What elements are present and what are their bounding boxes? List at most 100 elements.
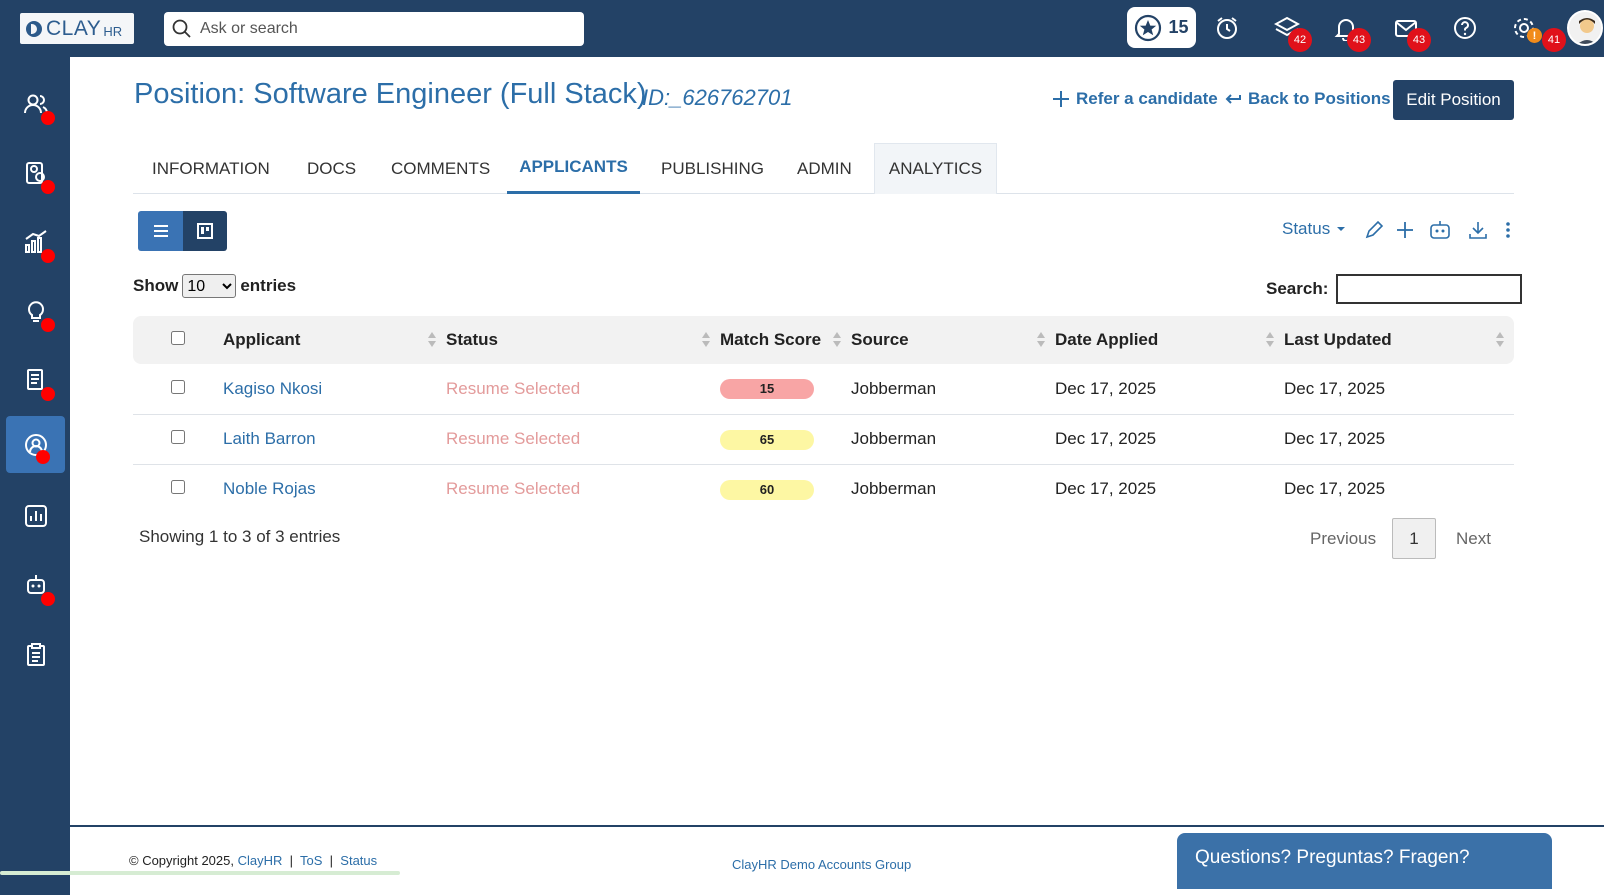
settings-icon[interactable]: !	[1508, 12, 1542, 44]
status-link[interactable]: Status	[340, 853, 377, 868]
tab-admin[interactable]: ADMIN	[797, 143, 852, 194]
clayhr-link[interactable]: ClayHR	[238, 853, 283, 868]
col-last-updated[interactable]: Last Updated	[1284, 316, 1514, 364]
bell-badge: 43	[1347, 28, 1371, 52]
next-page-button[interactable]: Next	[1456, 529, 1491, 549]
page-1-button[interactable]: 1	[1392, 518, 1436, 559]
logo-mark-icon	[26, 20, 42, 37]
page-title: Position: Software Engineer (Full Stack)	[134, 78, 647, 110]
applicant-source: Jobberman	[851, 479, 937, 499]
avatar-badge: 41	[1542, 28, 1566, 52]
applicant-source: Jobberman	[851, 378, 937, 398]
copyright: © Copyright 2025, ClayHR | ToS | Status	[129, 853, 378, 868]
edit-tool[interactable]	[1364, 218, 1384, 242]
sidebar-item-assistant[interactable]	[6, 556, 65, 613]
mail-icon[interactable]: 43	[1390, 12, 1431, 52]
entries-control: Show 10 entries	[133, 274, 296, 298]
star-icon	[1135, 14, 1162, 41]
layers-badge: 42	[1288, 28, 1312, 52]
sidebar-item-people[interactable]	[6, 75, 65, 132]
applicants-table: Applicant Status Match Score Source Date…	[133, 316, 1514, 514]
row-checkbox[interactable]	[171, 379, 185, 394]
top-bar: CLAY HR 15 42 43 43 ! 41	[0, 0, 1604, 57]
sort-icon	[1266, 332, 1274, 348]
col-applicant[interactable]: Applicant	[223, 316, 446, 364]
sidebar	[0, 57, 70, 895]
last-updated: Dec 17, 2025	[1284, 479, 1386, 499]
tab-docs[interactable]: DOCS	[307, 143, 356, 194]
sidebar-item-documents[interactable]	[6, 351, 65, 408]
tab-publishing[interactable]: PUBLISHING	[661, 143, 764, 194]
previous-page-button[interactable]: Previous	[1310, 529, 1376, 549]
help-icon[interactable]	[1449, 12, 1481, 44]
sort-icon	[702, 332, 710, 348]
download-tool[interactable]	[1468, 218, 1488, 242]
sidebar-item-reports[interactable]	[6, 487, 65, 544]
alarm-icon[interactable]	[1211, 12, 1243, 44]
applicant-name-link[interactable]: Noble Rojas	[223, 464, 446, 514]
sidebar-item-growth[interactable]	[6, 213, 65, 270]
demo-group-link[interactable]: ClayHR Demo Accounts Group	[732, 857, 911, 872]
add-tool[interactable]	[1396, 218, 1414, 242]
search-icon	[172, 19, 191, 38]
search-input[interactable]	[200, 20, 560, 38]
col-status[interactable]: Status	[446, 316, 720, 364]
ai-assistant-tool[interactable]	[1429, 218, 1451, 242]
robot-icon	[1430, 221, 1450, 239]
entries-select[interactable]: 10	[182, 274, 237, 298]
status-dropdown[interactable]: Status	[1282, 219, 1346, 239]
applicant-source: Jobberman	[851, 429, 937, 448]
global-search[interactable]	[164, 12, 584, 46]
select-all-checkbox[interactable]	[171, 331, 185, 345]
tab-comments[interactable]: COMMENTS	[391, 143, 490, 194]
edit-position-button[interactable]: Edit Position	[1393, 80, 1514, 120]
tab-analytics[interactable]: ANALYTICS	[874, 143, 997, 194]
list-icon	[153, 225, 168, 237]
progress-strip	[0, 871, 400, 875]
refer-candidate-link[interactable]: Refer a candidate	[1052, 89, 1218, 109]
user-avatar[interactable]	[1567, 10, 1603, 46]
stars-counter[interactable]: 15	[1127, 7, 1196, 48]
notification-dot	[41, 318, 55, 332]
stars-count: 15	[1168, 17, 1189, 37]
entries-summary: Showing 1 to 3 of 3 entries	[139, 527, 341, 546]
table-row: Laith Barron Resume Selected 65 Jobberma…	[133, 414, 1514, 464]
settings-warning: !	[1527, 28, 1542, 43]
col-match-score[interactable]: Match Score	[720, 316, 851, 364]
applicant-name-link[interactable]: Laith Barron	[223, 414, 446, 464]
table-search-input[interactable]	[1336, 274, 1523, 304]
tab-information[interactable]: INFORMATION	[152, 143, 270, 194]
list-view-button[interactable]	[138, 211, 183, 251]
sidebar-item-checklist[interactable]	[6, 626, 65, 683]
more-options[interactable]	[1504, 218, 1512, 242]
tab-applicants[interactable]: APPLICANTS	[507, 143, 640, 194]
sort-icon	[833, 332, 841, 348]
row-checkbox[interactable]	[171, 430, 185, 444]
logo-word: CLAY	[46, 16, 102, 40]
plus-icon	[1397, 222, 1413, 238]
date-applied: Dec 17, 2025	[1055, 479, 1157, 499]
applicant-name-link[interactable]: Kagiso Nkosi	[223, 364, 446, 414]
sidebar-item-candidates[interactable]	[6, 144, 65, 201]
sidebar-item-ideas[interactable]	[6, 282, 65, 339]
sidebar-item-applicants[interactable]	[6, 416, 65, 473]
back-to-positions-link[interactable]: Back to Positions	[1224, 89, 1391, 109]
board-view-button[interactable]	[183, 211, 227, 251]
back-to-positions-label: Back to Positions	[1248, 89, 1391, 108]
bell-icon[interactable]: 43	[1330, 12, 1371, 52]
table-row: Kagiso Nkosi Resume Selected 15 Jobberma…	[133, 364, 1514, 414]
col-date-applied[interactable]: Date Applied	[1055, 316, 1284, 364]
logo-suffix: HR	[103, 24, 123, 39]
caret-down-icon	[1337, 227, 1346, 231]
last-updated: Dec 17, 2025	[1284, 378, 1386, 398]
entries-label: entries	[240, 276, 297, 295]
tos-link[interactable]: ToS	[300, 853, 322, 868]
match-score-badge: 15	[720, 379, 814, 400]
layers-icon[interactable]: 42	[1271, 12, 1312, 52]
notification-dot	[41, 592, 55, 606]
col-source[interactable]: Source	[851, 316, 1055, 364]
row-checkbox[interactable]	[171, 480, 185, 495]
sort-icon	[1496, 332, 1504, 348]
clayhr-logo[interactable]: CLAY HR	[20, 13, 134, 44]
questions-chat-button[interactable]: Questions? Preguntas? Fragen?	[1177, 833, 1552, 889]
